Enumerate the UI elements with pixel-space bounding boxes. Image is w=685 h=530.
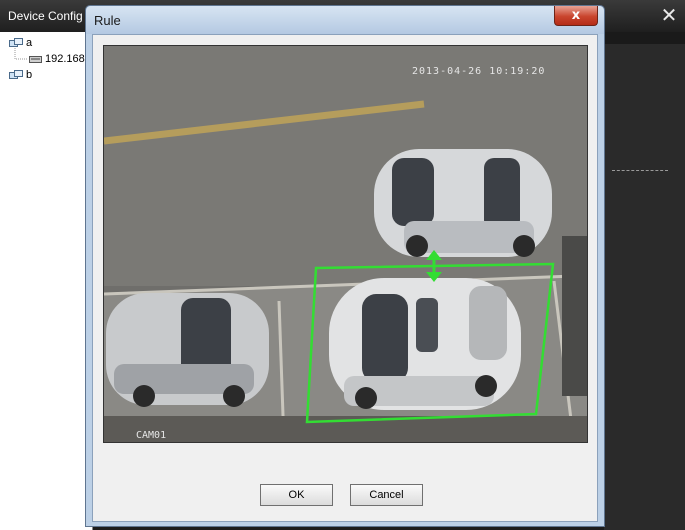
right-panel-header — [604, 32, 685, 44]
dialog-close-button[interactable]: x — [554, 6, 598, 26]
tree-node-label: b — [26, 69, 33, 81]
right-panel-divider — [612, 170, 668, 171]
dialog-title: Rule — [94, 13, 121, 28]
device-group-icon — [9, 37, 23, 49]
app-title: Device Config — [8, 9, 83, 23]
device-group-icon — [9, 69, 23, 81]
cancel-button[interactable]: Cancel — [350, 484, 423, 506]
car-left — [106, 293, 269, 407]
tree-connector — [14, 48, 27, 60]
tree-node-b[interactable]: b — [9, 69, 32, 81]
ok-button[interactable]: OK — [260, 484, 333, 506]
camera-view[interactable]: 2013-04-26 10:19:20 CAM01 — [103, 45, 588, 443]
tree-node-label: 192.168 — [45, 53, 85, 65]
osd-timestamp: 2013-04-26 10:19:20 — [412, 66, 546, 77]
dialog-titlebar[interactable]: Rule x — [86, 6, 604, 34]
car-top — [374, 149, 552, 257]
app-close-icon[interactable]: ✕ — [658, 4, 680, 26]
car-center — [329, 278, 521, 410]
osd-camera-label: CAM01 — [136, 430, 167, 441]
right-panel — [604, 32, 685, 530]
tree-node-device[interactable]: 192.168 — [28, 53, 85, 65]
device-tree: a 192.168 b — [0, 32, 93, 530]
